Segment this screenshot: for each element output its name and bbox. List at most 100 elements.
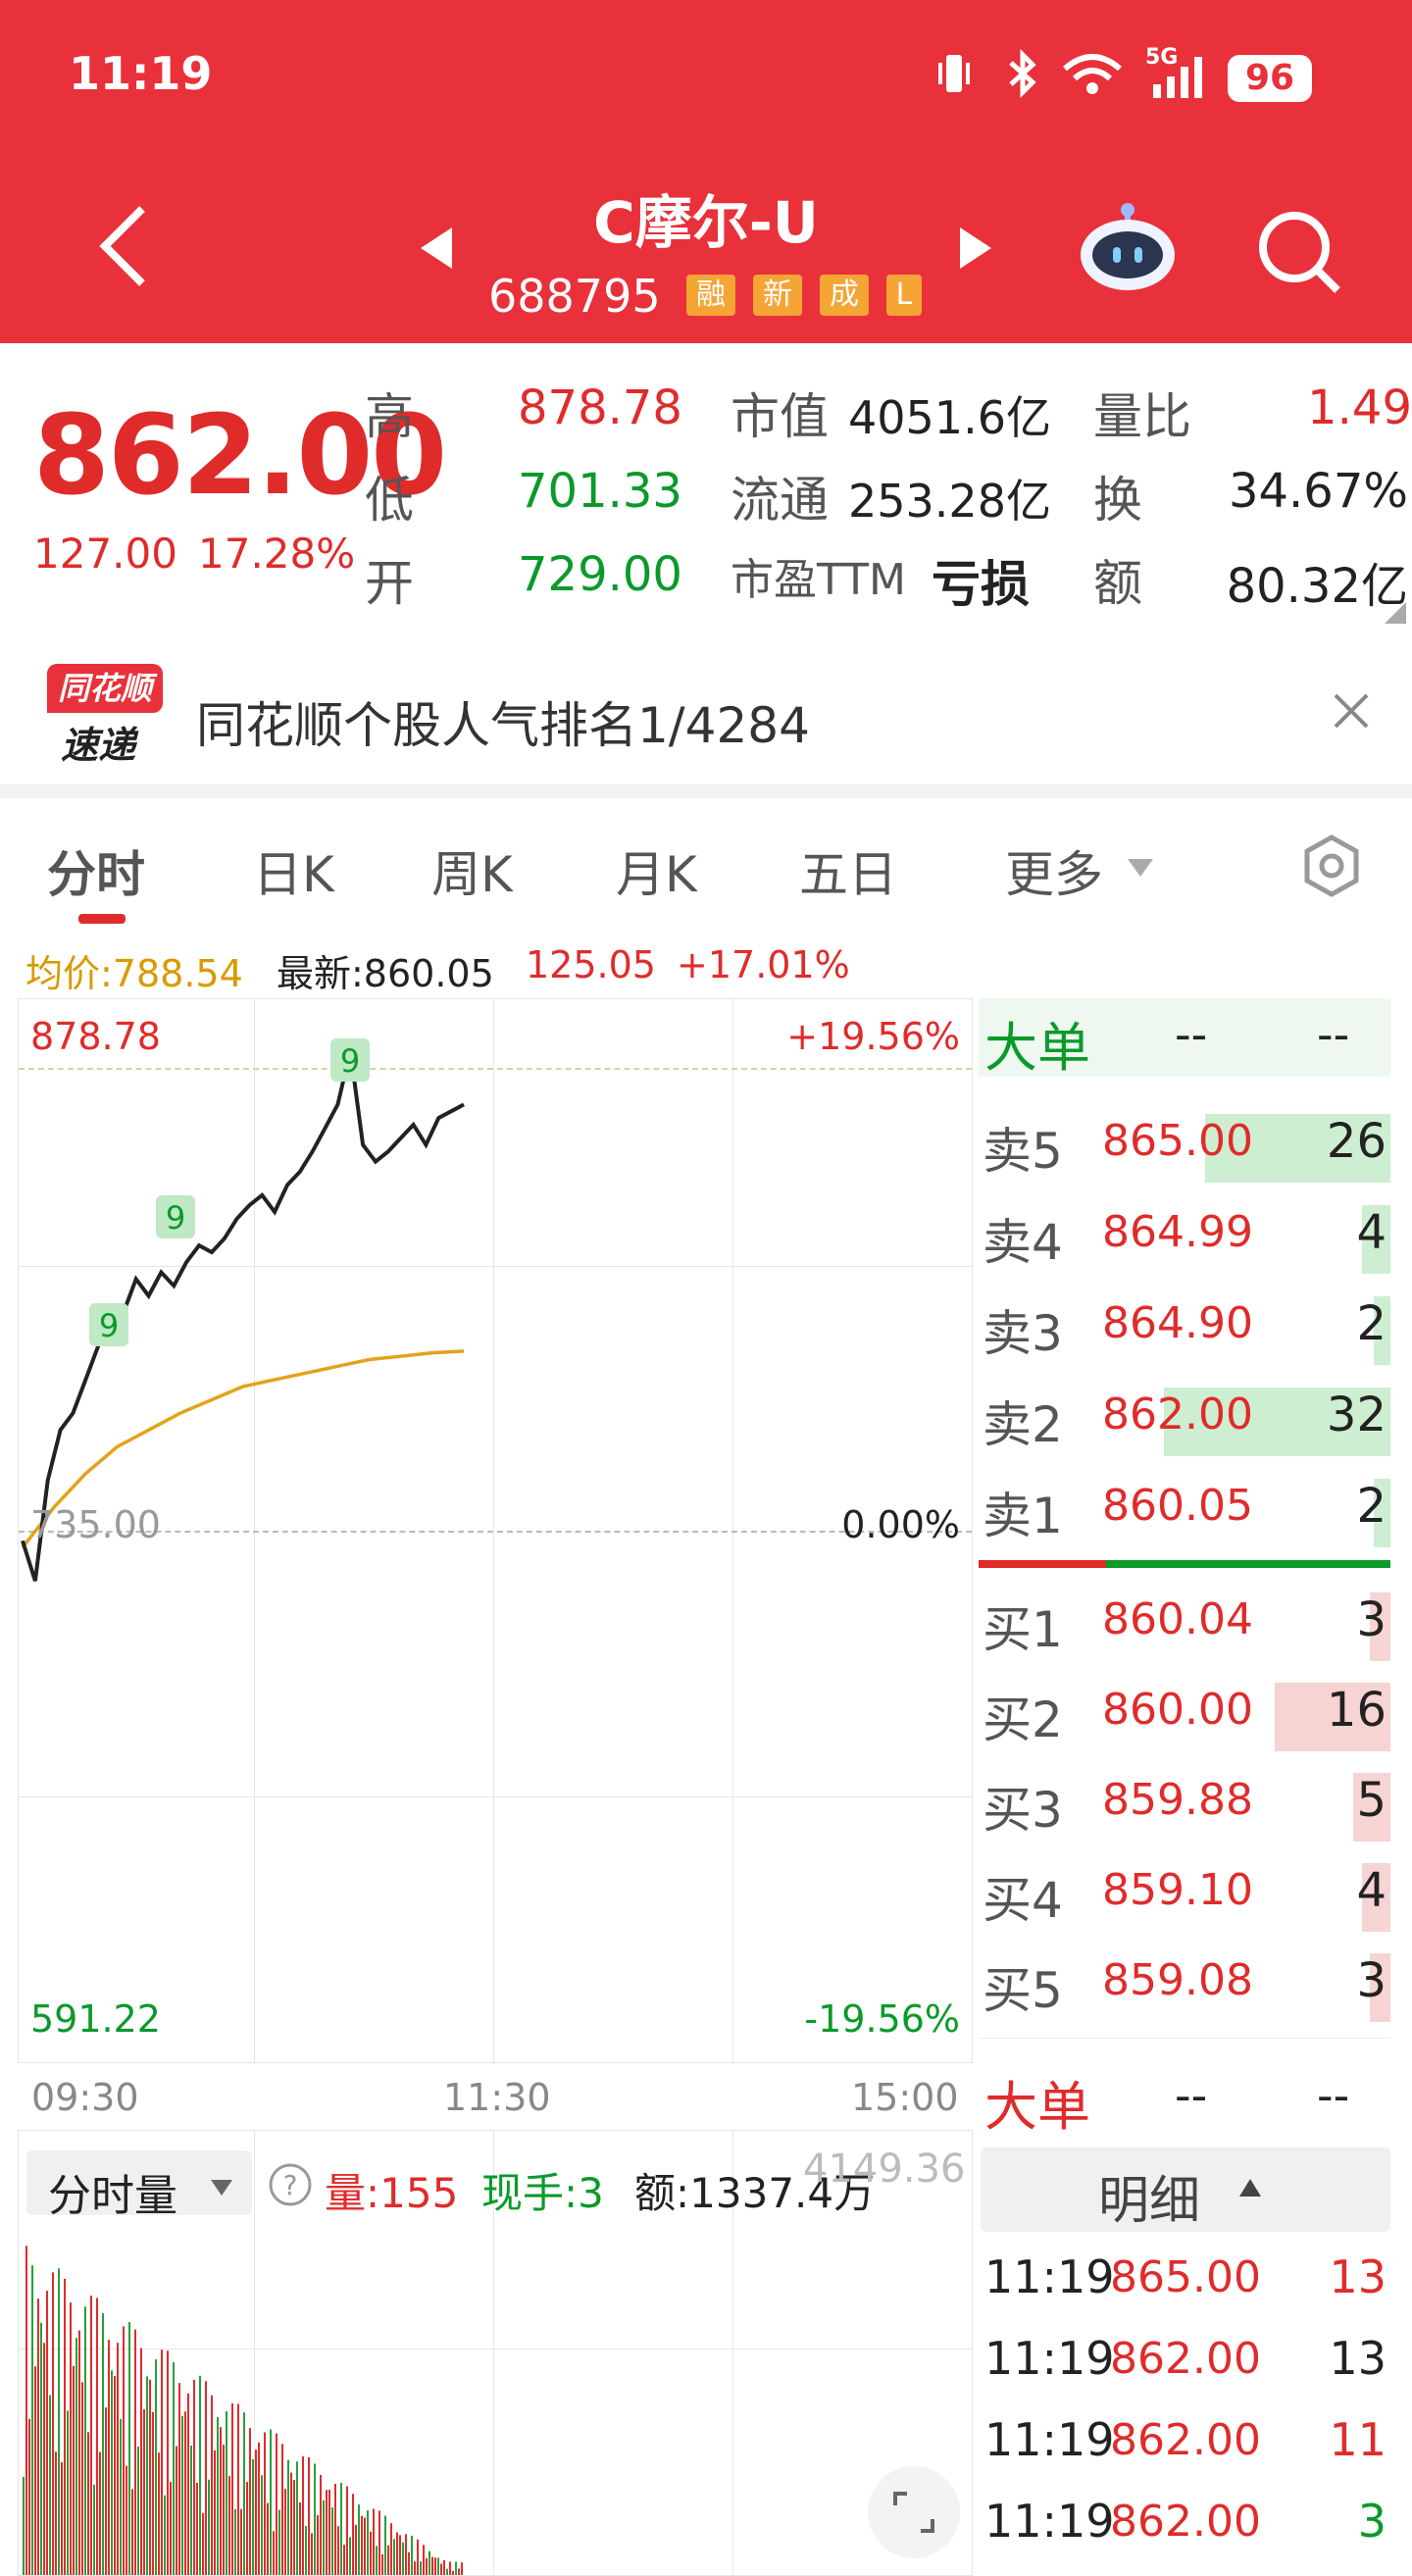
volume-bar	[90, 2296, 92, 2575]
popularity-notice[interactable]: 同花顺 速递 同花顺个股人气排名1/4284	[0, 642, 1412, 784]
volume-bar	[205, 2381, 207, 2575]
volume-bar	[317, 2514, 319, 2575]
volume-bar	[170, 2482, 172, 2575]
search-icon[interactable]	[1255, 208, 1343, 296]
app-header: 11:19 5G 96 C摩尔-U 688795 融 新 成 L	[0, 0, 1412, 343]
ask-level-label: 卖2	[983, 1396, 1063, 1453]
tag-l: L	[886, 275, 922, 316]
tab-monthly-k[interactable]: 月K	[616, 835, 697, 906]
ask-level-price: 864.90	[1102, 1298, 1253, 1348]
bid-level-label: 买3	[983, 1782, 1063, 1839]
volume-bar	[302, 2456, 304, 2575]
bid-level-price: 860.00	[1102, 1685, 1253, 1735]
detail-time: 11:19	[984, 2250, 1115, 2303]
order-book: 大单 -- -- 卖5 865.00 26 卖4 864.99 4 卖3 864.90 2 卖2 8…	[979, 998, 1412, 2039]
volume-selector[interactable]: 分时量	[26, 2150, 252, 2221]
volume-bar	[202, 2512, 204, 2575]
stat-label-open: 开	[365, 555, 414, 612]
volume-bar	[61, 2461, 63, 2575]
stock-title[interactable]: C摩尔-U	[0, 177, 1412, 259]
current-hand: 现手:3	[481, 2169, 604, 2217]
volume-bar	[426, 2557, 428, 2575]
bid-level-volume: 5	[1356, 1773, 1387, 1828]
volume-bar	[70, 2302, 72, 2575]
volume-bar	[431, 2556, 433, 2575]
volume-bar	[361, 2515, 363, 2575]
ratio-label-turnover: 换	[1093, 472, 1142, 529]
bid-level-price: 859.08	[1102, 1955, 1253, 2005]
tab-daily-k[interactable]: 日K	[253, 835, 334, 906]
volume-bar	[187, 2393, 189, 2575]
tab-weekly-k[interactable]: 周K	[431, 835, 513, 906]
ask-level-price: 864.99	[1102, 1207, 1253, 1257]
intraday-chart[interactable]: 9 9 9 878.78 735.00 591.22 +19.56% 0.00% -…	[18, 998, 973, 2063]
volume-bar	[120, 2418, 122, 2575]
volume-bar	[25, 2246, 27, 2575]
volume-bar	[167, 2350, 169, 2575]
volume-chart[interactable]: 分时量 ? 量:155 现手:3 额:1337.4万 4149.36	[18, 2130, 973, 2576]
chevron-down-icon	[1128, 859, 1153, 877]
volume-bar	[114, 2375, 116, 2575]
vibrate-icon	[938, 55, 970, 92]
volume-bar	[40, 2322, 42, 2575]
volume-bar	[411, 2535, 413, 2575]
volume-bar	[261, 2475, 263, 2575]
detail-volume: 11	[1329, 2413, 1387, 2466]
volume-bar	[405, 2534, 407, 2575]
volume-bar	[367, 2510, 369, 2575]
volume-bar	[452, 2570, 454, 2575]
volume-bar	[58, 2268, 60, 2575]
ratio-value-turnover: 34.67%	[1228, 464, 1408, 519]
volume-bar	[123, 2326, 125, 2575]
detail-time: 11:19	[984, 2413, 1115, 2466]
x-axis-mid: 11:30	[443, 2076, 551, 2119]
bid-level-price: 860.04	[1102, 1594, 1253, 1644]
volume-bar	[64, 2278, 66, 2575]
ask-level-label: 卖4	[983, 1214, 1063, 1271]
volume-bar	[311, 2533, 313, 2575]
volume-bar	[270, 2429, 272, 2575]
big-order-v1: --	[1175, 1008, 1208, 1061]
volume-bar	[184, 2411, 186, 2575]
volume-bar	[378, 2510, 380, 2575]
volume-bar	[355, 2524, 357, 2575]
volume-bar	[96, 2298, 98, 2575]
bid-level-label: 买2	[983, 1692, 1063, 1748]
bid-level-volume: 3	[1356, 1592, 1387, 1647]
volume-bar	[217, 2416, 219, 2575]
intraday-chart-plot: 9 9 9	[21, 1038, 465, 1582]
volume-bar	[287, 2459, 289, 2575]
tab-intraday[interactable]: 分时	[47, 835, 145, 906]
volume-bar	[449, 2561, 451, 2575]
volume-bar	[223, 2445, 225, 2575]
volume-bar	[252, 2458, 254, 2575]
detail-header[interactable]: 明细	[981, 2147, 1390, 2232]
ask-level-row: 卖5 865.00 26	[979, 1106, 1390, 1190]
bid-level-label: 买5	[983, 1962, 1063, 2019]
volume-bar	[52, 2272, 54, 2575]
help-icon[interactable]: ?	[268, 2162, 313, 2207]
fullscreen-button[interactable]	[868, 2466, 960, 2558]
fullscreen-icon	[893, 2492, 934, 2533]
tab-more[interactable]: 更多	[1005, 835, 1103, 906]
volume-bar	[346, 2486, 348, 2575]
volume-bar	[455, 2561, 457, 2575]
ths-news-logo: 同花顺 速递	[47, 664, 163, 767]
volume-bar	[161, 2349, 163, 2575]
volume-bar	[55, 2451, 57, 2575]
x-axis-end: 15:00	[851, 2076, 959, 2119]
volume-bar	[146, 2376, 148, 2575]
settings-icon[interactable]	[1299, 833, 1364, 898]
volume-bar	[84, 2306, 86, 2575]
robot-assistant-icon[interactable]	[1074, 196, 1182, 304]
volume-bar	[381, 2553, 383, 2575]
tab-five-day[interactable]: 五日	[799, 835, 897, 906]
volume-bar	[246, 2482, 248, 2575]
ratio-value-volratio: 1.49	[1307, 380, 1412, 435]
close-icon[interactable]	[1332, 691, 1371, 731]
metric-label-pe: 市盈TTM	[731, 555, 906, 605]
bid-level-row: 买2 860.00 16	[979, 1675, 1390, 1759]
bid-level-volume: 4	[1356, 1863, 1387, 1918]
expand-corner-icon[interactable]	[1383, 600, 1408, 626]
volume-bar	[208, 2479, 210, 2575]
